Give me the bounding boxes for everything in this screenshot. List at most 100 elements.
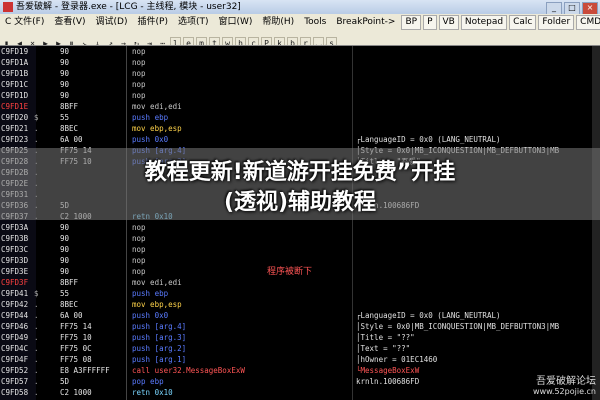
row-address: C9FD3F (1, 278, 29, 287)
menu-shortcut-button[interactable]: Folder (538, 15, 575, 30)
code-row[interactable]: C9FD49. FF75 10 push [arg.3] │Title = "??" (0, 332, 600, 343)
code-row[interactable]: C9FD3B 90 nop (0, 233, 600, 244)
code-row[interactable]: C9FD3F 8BFF mov edi,edi (0, 277, 600, 288)
toolbar-window-button[interactable]: b (287, 37, 298, 45)
code-row[interactable]: C9FD1E 8BFF mov edi,edi (0, 101, 600, 112)
menu-item[interactable]: 查看(V) (49, 14, 90, 31)
code-row[interactable]: C9FD52. E8 A3FFFFFF call user32.MessageBox… (0, 365, 600, 376)
toolbar-window-button[interactable]: l (170, 37, 181, 45)
toolbar-window-button[interactable]: ... (313, 37, 328, 45)
watermark: 吾爱破解论坛 www.52pojie.cn (533, 372, 596, 396)
app-icon (3, 2, 13, 12)
row-disassembly: call user32.MessageBoxExW (132, 366, 245, 375)
toolbar-icon[interactable]: ◀ (14, 38, 25, 45)
code-row[interactable]: C9FD3E 90 nop (0, 266, 600, 277)
menu-shortcut-button[interactable]: VB (438, 15, 459, 30)
row-marker: . (34, 322, 39, 331)
row-address: C9FD57 (1, 377, 29, 386)
menu-item[interactable]: 窗口(W) (213, 14, 257, 31)
row-marker: . (34, 311, 39, 320)
code-row[interactable]: C9FD19 90 nop (0, 46, 600, 57)
row-address: C9FD3C (1, 245, 29, 254)
row-comment: krnln.100686FD (356, 377, 420, 386)
row-marker: . (34, 135, 39, 144)
toolbar-icon[interactable]: → (118, 38, 129, 45)
code-row[interactable]: C9FD41 $55 push ebp (0, 288, 600, 299)
toolbar-window-button[interactable]: s (326, 37, 337, 45)
toolbar-icon[interactable]: ▮ (1, 38, 12, 45)
code-row[interactable]: C9FD46. FF75 14 push [arg.4] │Style = 0x0|M… (0, 321, 600, 332)
menu-item[interactable]: 调试(D) (91, 14, 133, 31)
row-disassembly: mov ebp,esp (132, 300, 182, 309)
row-hex: FF75 08 (60, 355, 92, 364)
row-hex: FF75 14 (60, 322, 92, 331)
row-marker: . (34, 333, 39, 342)
toolbar-window-button[interactable]: w (222, 37, 233, 45)
disassembly-pane[interactable]: 程序被断下 C9FD19 90 nop C9FD1A 90 nop C9FD1B 90 nop C… (0, 46, 600, 400)
row-hex: 5D (60, 377, 70, 386)
toolbar-icon[interactable]: ⏸ (66, 38, 77, 45)
toolbar-window-button[interactable]: c (248, 37, 259, 45)
row-disassembly: push [arg.1] (132, 355, 187, 364)
row-marker: . (34, 124, 39, 133)
code-row[interactable]: C9FD1C 90 nop (0, 79, 600, 90)
row-hex: 55 (60, 113, 70, 122)
menu-item[interactable]: 选项(T) (173, 14, 214, 31)
code-row[interactable]: C9FD1A 90 nop (0, 57, 600, 68)
row-address: C9FD21 (1, 124, 29, 133)
vertical-scrollbar[interactable] (592, 46, 600, 400)
menu-item[interactable]: Tools (299, 14, 331, 31)
toolbar-icon[interactable]: ↻ (131, 38, 142, 45)
toolbar-icon[interactable]: ↓ (92, 38, 103, 45)
code-row[interactable]: C9FD44. 6A 00 push 0x0 ┌LanguageID = 0x0 (L… (0, 310, 600, 321)
toolbar-window-button[interactable]: h (235, 37, 246, 45)
row-disassembly: push [arg.2] (132, 344, 187, 353)
code-row[interactable]: C9FD3C 90 nop (0, 244, 600, 255)
code-row[interactable]: C9FD21. 8BEC mov ebp,esp (0, 123, 600, 134)
toolbar-window-button[interactable]: P (261, 37, 272, 45)
menu-shortcut-button[interactable]: Notepad (460, 15, 508, 30)
menu-item[interactable]: 帮助(H) (257, 14, 299, 31)
toolbar-icon[interactable]: ▶ (53, 38, 64, 45)
menu-shortcut-button[interactable]: BP (401, 15, 422, 30)
code-row[interactable]: C9FD23. 6A 00 push 0x0 ┌LanguageID = 0x0 (L… (0, 134, 600, 145)
toolbar-icon[interactable]: ⇥ (144, 38, 155, 45)
code-row[interactable]: C9FD3A 90 nop (0, 222, 600, 233)
code-row[interactable]: C9FD20 $55 push ebp (0, 112, 600, 123)
row-marker: . (34, 366, 39, 375)
menu-item[interactable]: 插件(P) (133, 14, 173, 31)
code-row[interactable]: C9FD1B 90 nop (0, 68, 600, 79)
row-address: C9FD3B (1, 234, 29, 243)
row-address: C9FD49 (1, 333, 29, 342)
menu-shortcut-button[interactable]: P (423, 15, 437, 30)
toolbar-icon[interactable]: ↗ (105, 38, 116, 45)
toolbar-window-button[interactable]: t (209, 37, 220, 45)
code-row[interactable]: C9FD57. 5D pop ebp krnln.100686FD (0, 376, 600, 387)
watermark-title: 吾爱破解论坛 (536, 376, 596, 387)
code-row[interactable]: C9FD1D 90 nop (0, 90, 600, 101)
row-address: C9FD58 (1, 388, 29, 397)
row-disassembly: push 0x0 (132, 135, 169, 144)
row-address: C9FD3E (1, 267, 29, 276)
row-comment: │Style = 0x0|MB_ICONQUESTION|MB_DEFBUTTO… (356, 322, 560, 331)
row-disassembly: nop (132, 234, 146, 243)
code-row[interactable]: C9FD4F. FF75 08 push [arg.1] │hOwner = 01EC… (0, 354, 600, 365)
toolbar-window-button[interactable]: e (183, 37, 194, 45)
code-row[interactable]: C9FD3D 90 nop (0, 255, 600, 266)
row-disassembly: nop (132, 91, 146, 100)
toolbar-window-button[interactable]: m (196, 37, 207, 45)
toolbar-icon[interactable]: × (27, 38, 38, 45)
toolbar-window-button[interactable]: r (300, 37, 311, 45)
code-row[interactable]: C9FD4C. FF75 0C push [arg.2] │Text = "??" (0, 343, 600, 354)
toolbar-icon[interactable]: ▶ (40, 38, 51, 45)
row-hex: 8BFF (60, 278, 79, 287)
toolbar-window-button[interactable]: k (274, 37, 285, 45)
toolbar-icon[interactable]: ⋯ (157, 38, 168, 45)
toolbar-icon[interactable]: ↘ (79, 38, 90, 45)
code-row[interactable]: C9FD42. 8BEC mov ebp,esp (0, 299, 600, 310)
menu-shortcut-button[interactable]: Calc (509, 15, 537, 30)
menu-shortcut-button[interactable]: CMD (576, 15, 600, 30)
menu-item[interactable]: C 文件(F) (0, 14, 49, 31)
code-row[interactable]: C9FD58. C2 1000 retn 0x10 (0, 387, 600, 398)
menu-item[interactable]: BreakPoint-> (331, 14, 400, 31)
